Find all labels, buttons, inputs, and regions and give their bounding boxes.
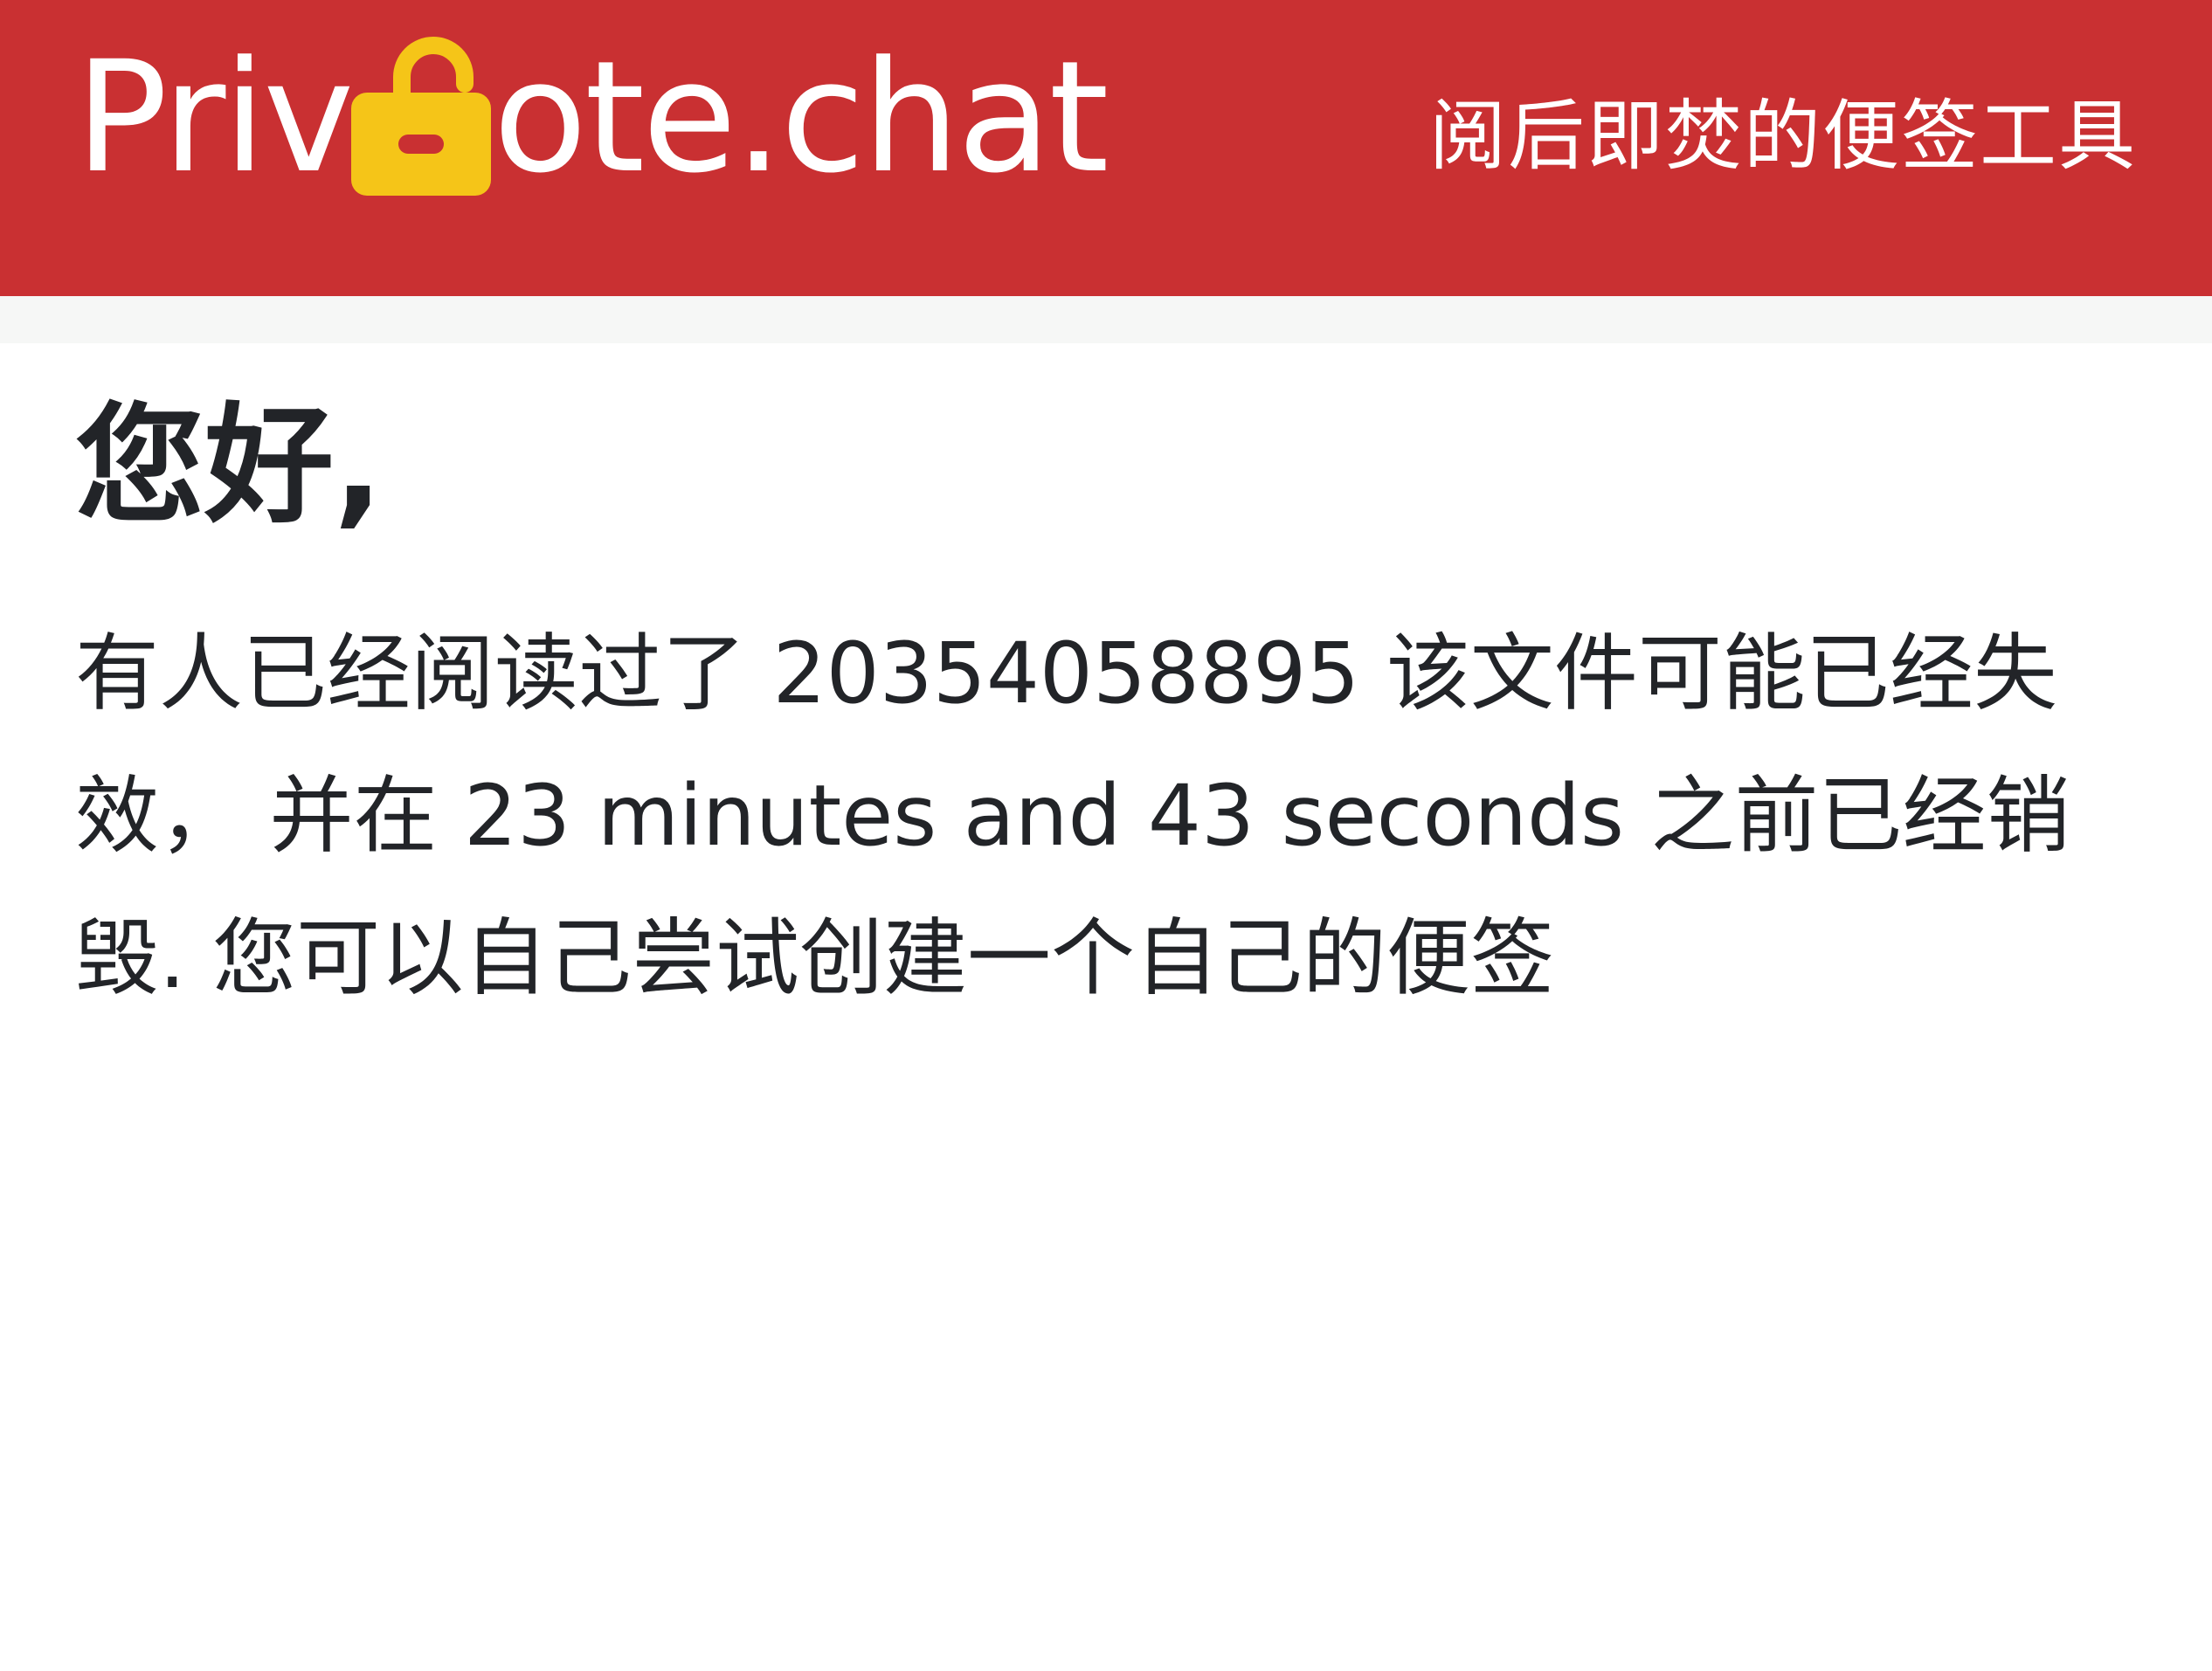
site-tagline: 阅后即焚的便签工具 [1428, 91, 2137, 181]
logo-text-suffix: ote.chat [493, 28, 1109, 207]
lock-icon [348, 31, 494, 197]
site-logo[interactable]: Priv ote.chat [75, 26, 1109, 210]
note-destroyed-message: 有人已经阅读过了 20354058895 该文件可能已经失效， 并在 23 mi… [75, 625, 2070, 1007]
greeting-heading: 您好, [75, 390, 384, 541]
header-divider-bar [0, 296, 2212, 343]
site-header: Priv ote.chat 阅后即焚的便签工具 [0, 0, 2212, 296]
logo-text-prefix: Priv [75, 28, 354, 207]
